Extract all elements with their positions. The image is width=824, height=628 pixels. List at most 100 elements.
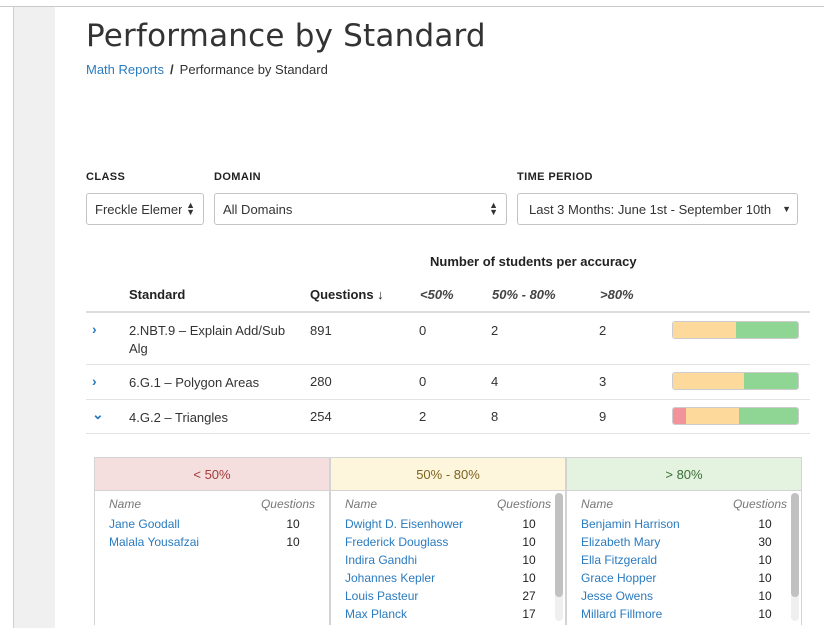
chevron-right-icon[interactable]: ›: [92, 321, 97, 337]
student-list: Benjamin Harrison 10 Elizabeth Mary 30 Ella …: [581, 515, 787, 623]
student-name-link[interactable]: Elizabeth Mary: [581, 533, 727, 551]
row-high-count: 3: [599, 374, 607, 389]
row-high-count: 9: [599, 409, 607, 424]
student-question-count: 27: [522, 589, 536, 603]
list-item: Indira Gandhi 10: [345, 551, 551, 569]
domain-filter-label: DOMAIN: [214, 171, 262, 183]
student-name-link[interactable]: Malala Yousafzai: [109, 533, 255, 551]
list-item: Grace Hopper 10: [581, 569, 787, 587]
table-row[interactable]: › 2.NBT.9 – Explain Add/Sub Alg 891 0 2 …: [86, 313, 810, 365]
mid-accuracy-list[interactable]: Name Questions Dwight D. Eisenhower 10 Fre…: [331, 491, 565, 625]
chevron-right-icon[interactable]: ›: [92, 373, 97, 389]
student-name-link[interactable]: Grace Hopper: [581, 569, 727, 587]
list-column-headers: Name Questions: [109, 497, 315, 515]
student-name-link[interactable]: Max Planck: [345, 605, 491, 623]
row-low-count: 2: [419, 409, 427, 424]
table-row[interactable]: ⌄ 4.G.2 – Triangles 254 2 8 9: [86, 400, 810, 434]
student-question-count: 10: [286, 517, 300, 531]
student-name-link[interactable]: Dwight D. Eisenhower: [345, 515, 491, 533]
row-questions: 254: [310, 409, 332, 424]
student-name-link[interactable]: Ella Fitzgerald: [581, 551, 727, 569]
column-header-standard[interactable]: Standard: [129, 287, 185, 302]
high-accuracy-segment: [738, 408, 798, 424]
column-name-label: Name: [581, 497, 614, 511]
student-name-link[interactable]: Jesse Owens: [581, 587, 727, 605]
high-accuracy-panel: > 80% Name Questions Benjamin Harrison 10…: [566, 457, 802, 625]
scrollbar[interactable]: [791, 493, 799, 621]
breadcrumb-separator: /: [170, 62, 174, 77]
accuracy-group-header: Number of students per accuracy: [430, 254, 637, 269]
student-name-link[interactable]: Millard Fillmore: [581, 605, 727, 623]
caret-down-icon: ▼: [782, 204, 791, 214]
mid-accuracy-segment: [673, 322, 736, 338]
updown-arrows-icon: ▲ ▼: [489, 200, 498, 217]
student-question-count: 10: [758, 553, 772, 567]
time-period-dropdown[interactable]: Last 3 Months: June 1st - September 10th…: [517, 193, 798, 225]
accuracy-distribution-bar: [672, 407, 799, 425]
student-question-count: 30: [758, 535, 772, 549]
student-name-link[interactable]: Frederick Douglass: [345, 533, 491, 551]
column-header-low[interactable]: <50%: [420, 287, 454, 302]
list-item: Frederick Douglass 10: [345, 533, 551, 551]
student-name-link[interactable]: Johannes Kepler: [345, 569, 491, 587]
list-item: Elizabeth Mary 30: [581, 533, 787, 551]
row-questions: 280: [310, 374, 332, 389]
chevron-down-icon[interactable]: ⌄: [92, 406, 104, 423]
list-item: Millard Fillmore 10: [581, 605, 787, 623]
list-column-headers: Name Questions: [581, 497, 787, 515]
list-column-headers: Name Questions: [345, 497, 551, 515]
table-row[interactable]: › 6.G.1 – Polygon Areas 280 0 4 3: [86, 365, 810, 400]
list-item: Johannes Kepler 10: [345, 569, 551, 587]
student-question-count: 10: [522, 517, 536, 531]
updown-arrows-icon: ▲ ▼: [186, 200, 195, 217]
high-accuracy-list[interactable]: Name Questions Benjamin Harrison 10 Elizab…: [567, 491, 801, 625]
mid-accuracy-panel: 50% - 80% Name Questions Dwight D. Eisen…: [330, 457, 566, 625]
low-accuracy-panel-title: < 50%: [95, 458, 329, 491]
row-low-count: 0: [419, 374, 427, 389]
student-question-count: 10: [522, 571, 536, 585]
row-mid-count: 2: [491, 323, 499, 338]
list-item: Malala Yousafzai 10: [109, 533, 315, 551]
scrollbar-thumb[interactable]: [791, 493, 799, 597]
accuracy-distribution-bar: [672, 321, 799, 339]
student-name-link[interactable]: Benjamin Harrison: [581, 515, 727, 533]
scrollbar[interactable]: [555, 493, 563, 621]
student-list: Dwight D. Eisenhower 10 Frederick Douglass…: [345, 515, 551, 623]
low-accuracy-list: Name Questions Jane Goodall 10 Malala Yous…: [95, 491, 329, 625]
row-mid-count: 8: [491, 409, 499, 424]
list-item: Dwight D. Eisenhower 10: [345, 515, 551, 533]
domain-select[interactable]: All Domains ▲ ▼: [214, 193, 507, 225]
student-question-count: 10: [758, 571, 772, 585]
class-select[interactable]: Freckle Element ▲ ▼: [86, 193, 204, 225]
time-period-filter-label: TIME PERIOD: [517, 171, 593, 183]
breadcrumb: Math Reports / Performance by Standard: [86, 62, 328, 77]
breadcrumb-link-math-reports[interactable]: Math Reports: [86, 62, 164, 77]
column-header-mid[interactable]: 50% - 80%: [492, 287, 556, 302]
student-name-link[interactable]: Louis Pasteur: [345, 587, 491, 605]
page-title: Performance by Standard: [86, 18, 486, 54]
row-standard: 6.G.1 – Polygon Areas: [129, 375, 260, 390]
low-accuracy-panel: < 50% Name Questions Jane Goodall 10 Malal…: [94, 457, 330, 625]
window-top-border: [0, 6, 824, 7]
student-name-link[interactable]: Indira Gandhi: [345, 551, 491, 569]
high-accuracy-segment: [744, 373, 798, 389]
column-header-high[interactable]: >80%: [600, 287, 634, 302]
student-name-link[interactable]: Jane Goodall: [109, 515, 255, 533]
row-standard: 4.G.2 – Triangles: [129, 410, 228, 425]
low-accuracy-segment: [673, 408, 687, 424]
column-questions-label: Questions: [260, 497, 315, 511]
list-item: Ella Fitzgerald 10: [581, 551, 787, 569]
list-item: Jane Goodall 10: [109, 515, 315, 533]
column-questions-label: Questions: [496, 497, 551, 511]
list-item: Benjamin Harrison 10: [581, 515, 787, 533]
row-high-count: 2: [599, 323, 607, 338]
student-question-count: 10: [286, 535, 300, 549]
domain-select-value: All Domains: [223, 201, 293, 217]
scrollbar-thumb[interactable]: [555, 493, 563, 597]
student-question-count: 10: [758, 589, 772, 603]
time-period-value: Last 3 Months: June 1st - September 10th: [529, 201, 772, 217]
column-header-questions[interactable]: Questions ↓: [310, 287, 384, 302]
high-accuracy-panel-title: > 80%: [567, 458, 801, 491]
class-filter-label: CLASS: [86, 171, 126, 183]
row-questions: 891: [310, 323, 332, 338]
